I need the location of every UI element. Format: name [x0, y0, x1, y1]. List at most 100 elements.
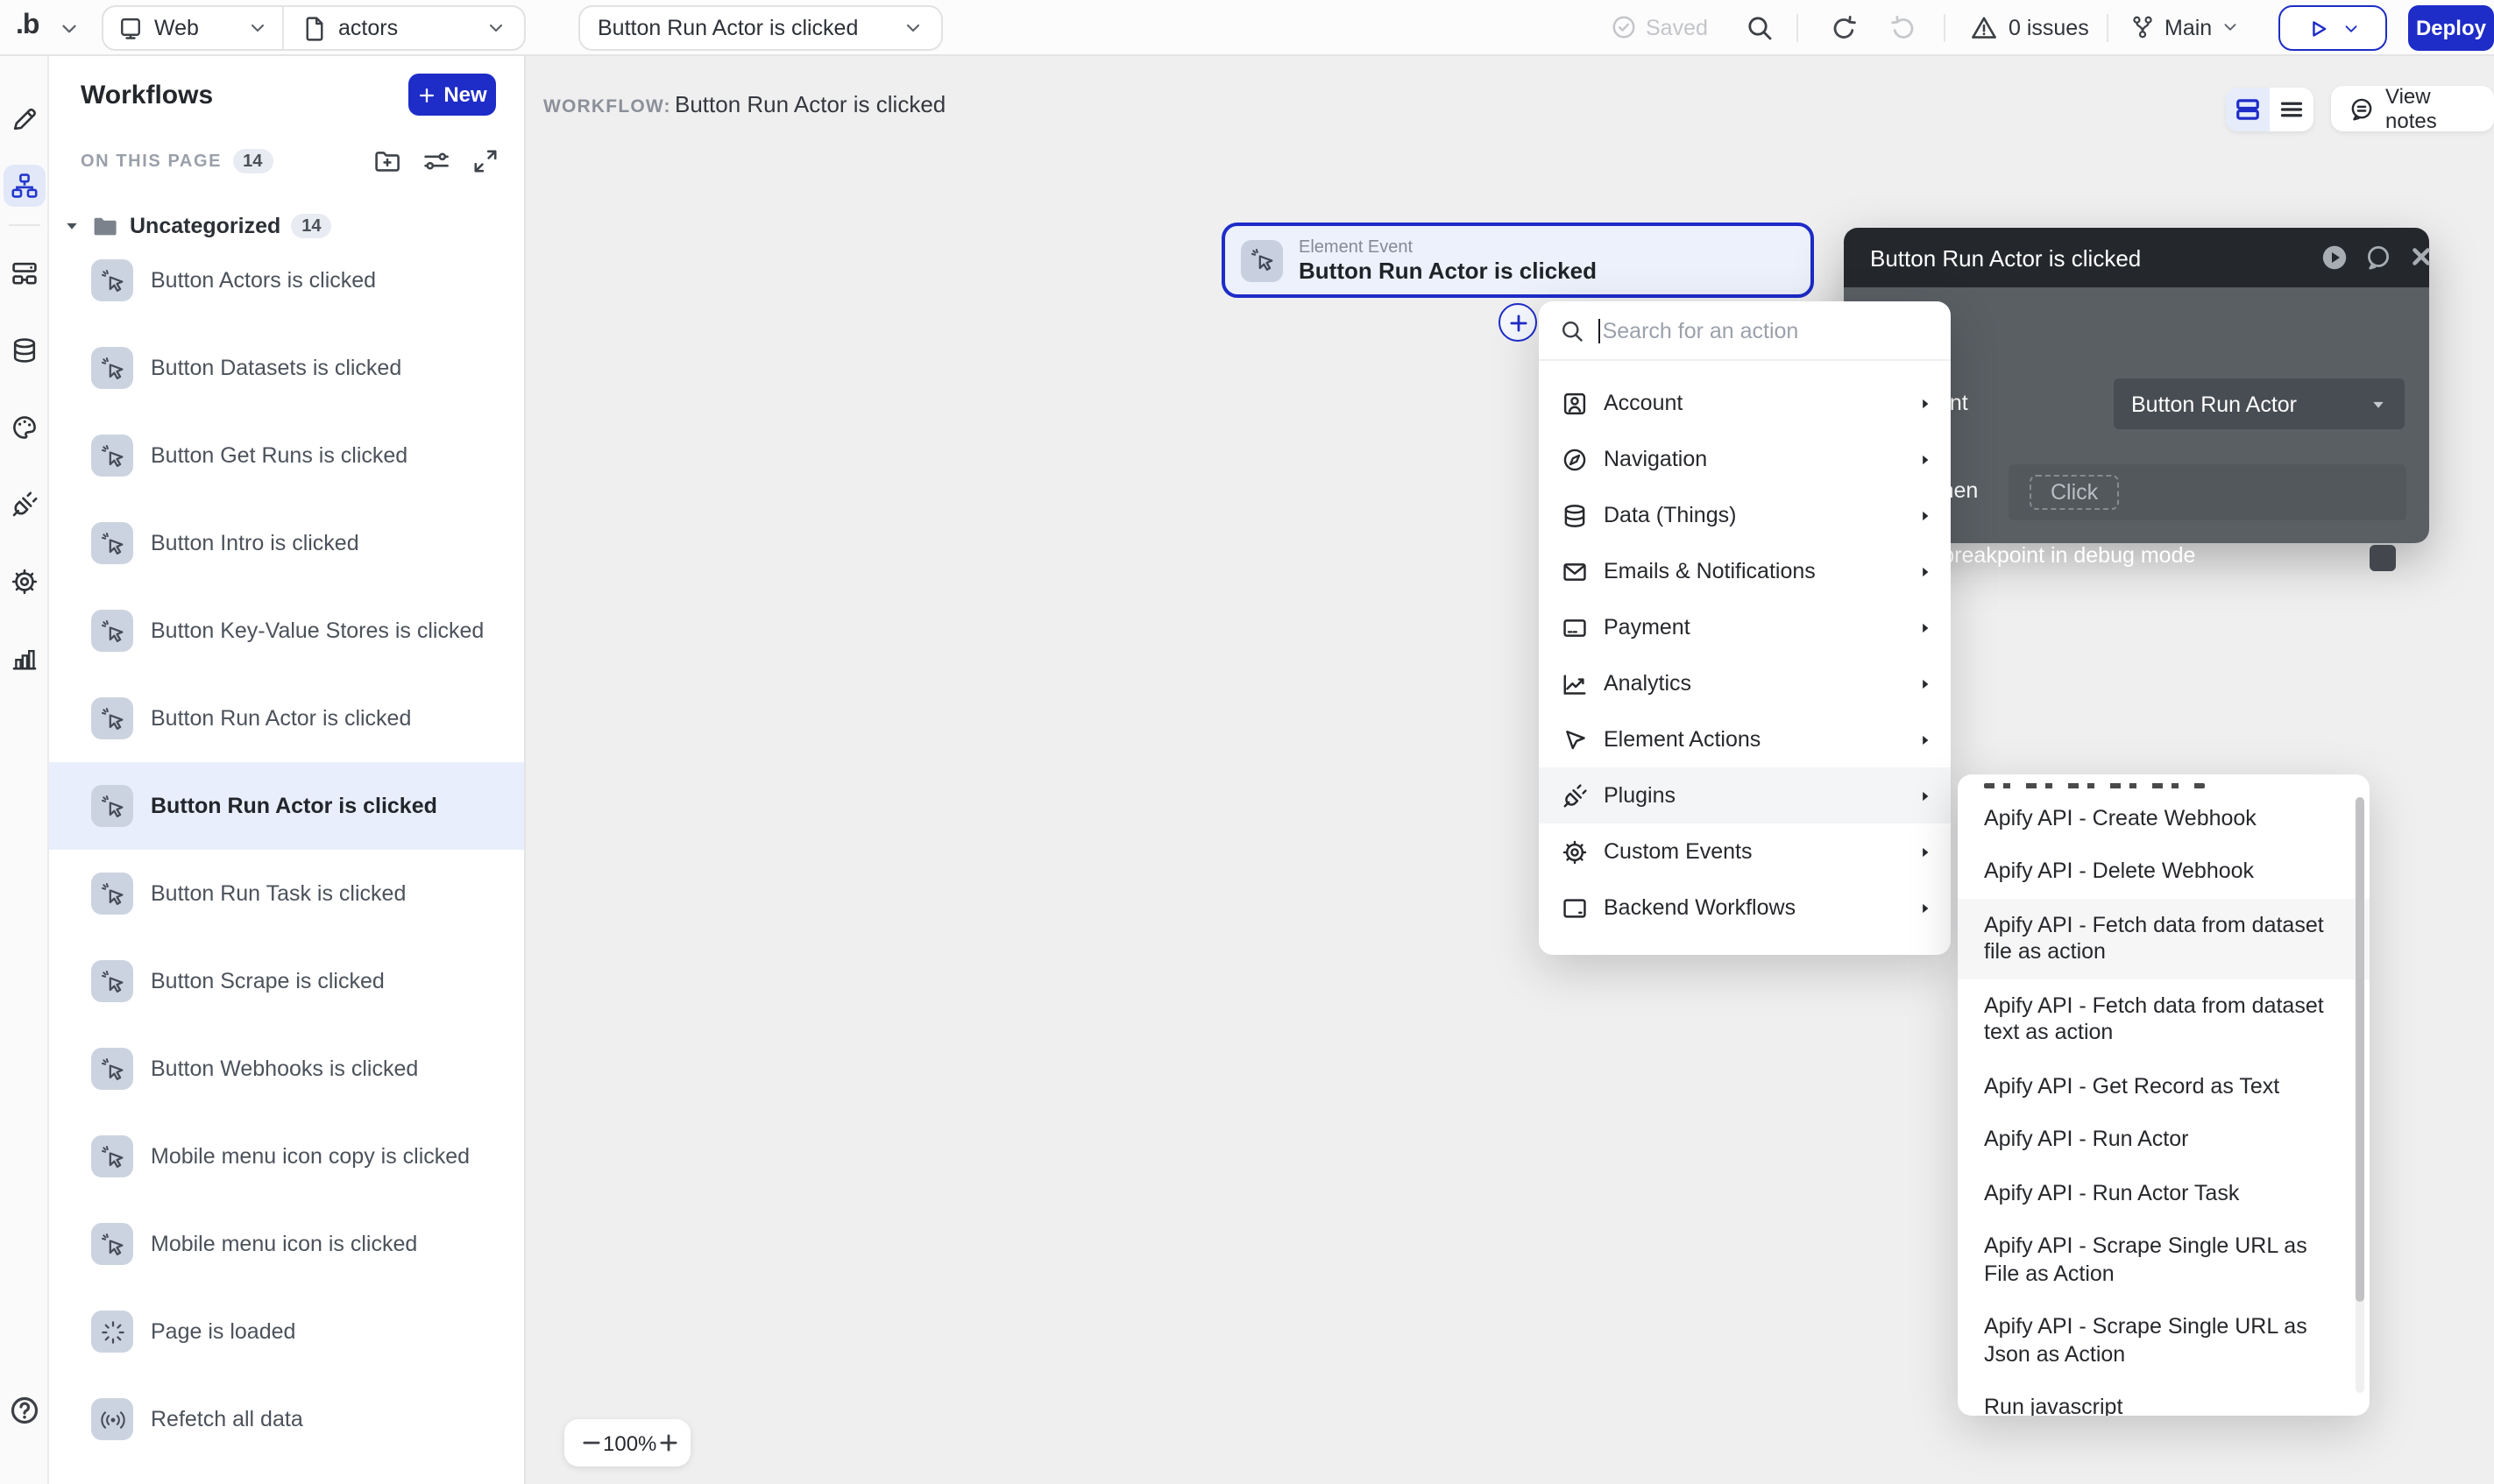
submenu-item[interactable]: Run javascript [1958, 1382, 2370, 1416]
workflow-list-item[interactable]: Button Actors is clicked [49, 237, 526, 324]
submenu-item[interactable]: Apify API - Fetch data from dataset file… [1958, 899, 2370, 979]
submenu-item[interactable]: Apify API - Scrape Single URL as Json as… [1958, 1301, 2370, 1382]
element-dropdown-value: Button Run Actor [2131, 392, 2297, 416]
menu-item-label: Account [1604, 391, 1683, 415]
action-menu: Search for an action Account Navigation … [1539, 301, 1951, 955]
workflow-list-item[interactable]: Button Scrape is clicked [49, 937, 526, 1025]
account-icon [1562, 390, 1588, 416]
bubble-editor: .b Web actors Button Run Actor is clicke… [0, 0, 2494, 1484]
workflows-panel-title: Workflows [81, 81, 213, 110]
action-search-input[interactable]: Search for an action [1539, 301, 1951, 361]
divider [9, 224, 40, 226]
menu-item-payment[interactable]: Payment [1539, 599, 1951, 655]
workflow-list-item[interactable]: Button Key-Value Stores is clicked [49, 587, 526, 675]
submenu-item[interactable]: Apify API - Run Actor Task [1958, 1167, 2370, 1220]
menu-item-account[interactable]: Account [1539, 375, 1951, 431]
redo-icon[interactable] [1889, 14, 1917, 42]
submenu-item[interactable]: Apify API - Delete Webhook [1958, 845, 2370, 899]
preview-button[interactable] [2278, 5, 2387, 51]
add-action-button[interactable] [1499, 303, 1537, 342]
rail-item-logs[interactable] [4, 638, 46, 680]
workflow-list-item[interactable]: Mobile menu icon is clicked [49, 1200, 526, 1288]
search-icon[interactable] [1746, 14, 1774, 42]
submenu-item[interactable]: Apify API - Run Actor [1958, 1113, 2370, 1167]
submenu-item[interactable]: Apify API - Get Record as Text [1958, 1060, 2370, 1113]
saved-label: Saved [1646, 15, 1708, 39]
workflow-list-item[interactable]: Button Datasets is clicked [49, 324, 526, 412]
workflow-list-item[interactable]: Page is loaded [49, 1288, 526, 1375]
rail-item-plugins[interactable] [4, 484, 46, 526]
filter-sliders-icon[interactable] [422, 147, 450, 175]
expand-panel-icon[interactable] [471, 147, 500, 175]
menu-item-backend-workflows[interactable]: Backend Workflows [1539, 880, 1951, 936]
menu-item-label: Payment [1604, 615, 1690, 640]
event-node[interactable]: Element Event Button Run Actor is clicke… [1222, 223, 1814, 298]
workflow-list-item[interactable]: Mobile menu icon copy is clicked [49, 1113, 526, 1200]
list-view-button[interactable] [2270, 88, 2313, 131]
top-toolbar: .b Web actors Button Run Actor is clicke… [0, 0, 2494, 56]
zoom-in-icon[interactable] [656, 1431, 679, 1454]
menu-item-emails-notifications[interactable]: Emails & Notifications [1539, 543, 1951, 599]
workflow-item-label: Mobile menu icon is clicked [151, 1232, 417, 1256]
saved-check-icon [1611, 14, 1637, 40]
workflow-list-item[interactable]: Button Run Actor is clicked [49, 675, 526, 762]
deploy-button[interactable]: Deploy [2408, 5, 2494, 51]
logo-menu-chevron-icon[interactable] [58, 18, 81, 40]
zoom-out-icon[interactable] [580, 1431, 603, 1454]
issues-indicator[interactable]: 0 issues [1970, 14, 2089, 42]
device-dropdown[interactable]: Web [103, 15, 282, 41]
comment-icon[interactable] [2364, 244, 2392, 272]
close-icon[interactable] [2408, 244, 2434, 270]
rail-item-settings[interactable] [4, 561, 46, 603]
plugins-submenu: Apify API - Create Webhook Apify API - D… [1958, 774, 2370, 1416]
rail-item-workflows[interactable] [4, 165, 46, 207]
menu-item-analytics[interactable]: Analytics [1539, 655, 1951, 711]
menu-item-element-actions[interactable]: Element Actions [1539, 711, 1951, 767]
element-dropdown[interactable]: Button Run Actor [2114, 378, 2405, 429]
cursor-click-icon [91, 610, 133, 652]
menu-item-data-things[interactable]: Data (Things) [1539, 487, 1951, 543]
submenu-item[interactable]: Apify API - Create Webhook [1958, 792, 2370, 845]
text-cursor [1598, 318, 1601, 343]
help-button[interactable] [9, 1395, 40, 1426]
workflow-list-item-selected[interactable]: Button Run Actor is clicked [49, 762, 526, 850]
preview-chevron-icon[interactable] [2341, 18, 2360, 38]
plus-icon [1506, 311, 1529, 334]
add-folder-icon[interactable] [373, 147, 401, 175]
menu-item-label: Navigation [1604, 447, 1707, 471]
cursor-icon [1562, 726, 1588, 753]
bar-chart-icon [11, 645, 39, 673]
page-dropdown-value: actors [338, 16, 398, 40]
branch-dropdown[interactable]: Main [2129, 14, 2240, 40]
card-view-button[interactable] [2226, 88, 2270, 131]
caret-down-icon[interactable] [63, 217, 81, 235]
workflow-list-item[interactable]: Button Webhooks is clicked [49, 1025, 526, 1113]
breakpoint-checkbox[interactable] [2370, 545, 2396, 571]
when-value-token[interactable]: Click [2030, 475, 2119, 510]
submenu-item[interactable]: Apify API - Scrape Single URL as File as… [1958, 1220, 2370, 1301]
bubble-logo[interactable]: .b [16, 11, 39, 42]
rail-item-styles[interactable] [4, 406, 46, 449]
workflow-list-item[interactable]: Button Get Runs is clicked [49, 412, 526, 499]
rail-item-components[interactable] [4, 252, 46, 294]
scrollbar-thumb[interactable] [2356, 797, 2364, 1302]
run-play-circle-icon[interactable] [2320, 244, 2349, 272]
menu-item-navigation[interactable]: Navigation [1539, 431, 1951, 487]
view-notes-label: View notes [2385, 84, 2476, 133]
workflow-list-item[interactable]: Button Run Task is clicked [49, 850, 526, 937]
rail-item-data[interactable] [4, 329, 46, 371]
workflow-selector-dropdown[interactable]: Button Run Actor is clicked [578, 5, 943, 51]
menu-item-label: Plugins [1604, 783, 1676, 808]
rail-item-design[interactable] [4, 98, 46, 140]
menu-item-label: Element Actions [1604, 727, 1761, 752]
menu-item-custom-events[interactable]: Custom Events [1539, 823, 1951, 880]
submenu-item[interactable]: Apify API - Fetch data from dataset text… [1958, 979, 2370, 1060]
workflow-list-item[interactable]: Button Intro is clicked [49, 499, 526, 587]
view-notes-button[interactable]: View notes [2331, 86, 2494, 131]
when-field[interactable]: Click [2009, 464, 2406, 520]
page-dropdown[interactable]: actors [284, 15, 524, 41]
workflow-list-item[interactable]: Refetch all data [49, 1375, 526, 1463]
undo-icon[interactable] [1830, 14, 1858, 42]
menu-item-plugins[interactable]: Plugins [1539, 767, 1951, 823]
new-workflow-button[interactable]: New [408, 74, 496, 116]
